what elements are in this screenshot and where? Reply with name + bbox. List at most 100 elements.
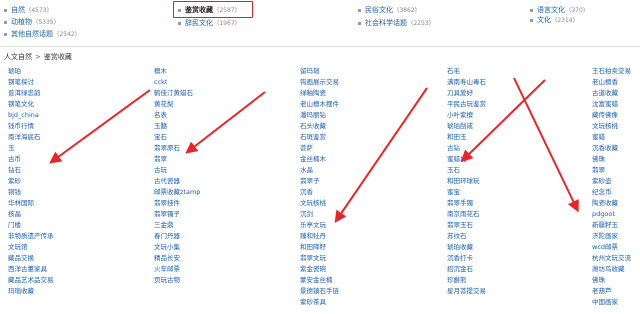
- topic-link[interactable]: 紫金瓷碗: [300, 264, 326, 274]
- topic-link[interactable]: 名表: [154, 110, 167, 120]
- category-item-plants-animals[interactable]: 动植物 (5335): [4, 16, 56, 28]
- topic-link[interactable]: 翡翠玉石: [447, 220, 473, 230]
- topic-link[interactable]: 翡翠: [154, 154, 167, 164]
- topic-link[interactable]: 琥珀收藏: [447, 242, 473, 252]
- topic-link[interactable]: 和田环球玩: [447, 176, 480, 186]
- topic-link[interactable]: 中国画家: [592, 297, 618, 307]
- topic-link[interactable]: 景德镇石手链: [300, 286, 339, 296]
- topic-link[interactable]: 门楼: [8, 220, 21, 230]
- topic-link[interactable]: 藏品交换: [8, 253, 34, 263]
- category-item-folk-culture[interactable]: 民俗文化 (3862): [358, 4, 417, 16]
- topic-link[interactable]: 翡翠: [592, 165, 605, 175]
- topic-link[interactable]: 钱币行情: [8, 121, 34, 131]
- topic-link[interactable]: 老山檀木摆件: [300, 99, 339, 109]
- topic-link[interactable]: 和田玉: [447, 132, 467, 142]
- topic-link[interactable]: 星月菩提交易: [447, 286, 486, 296]
- topic-link[interactable]: 翡翠文玩: [300, 253, 326, 263]
- topic-link[interactable]: 王石拍卖交易: [592, 66, 631, 76]
- topic-link[interactable]: 藏品艺术品交易: [8, 275, 54, 285]
- topic-link[interactable]: 紫砂壶: [592, 176, 612, 186]
- topic-link[interactable]: 沉剑: [300, 209, 313, 219]
- topic-link[interactable]: 苏纹石: [447, 231, 467, 241]
- topic-link[interactable]: 钻石: [8, 165, 21, 175]
- topic-link[interactable]: 西洋古董家具: [8, 264, 47, 274]
- topic-link[interactable]: 南洋海底石: [8, 132, 41, 142]
- topic-link[interactable]: 藏传佛像: [592, 110, 618, 120]
- topic-link[interactable]: wcd邮票: [592, 242, 618, 252]
- topic-link[interactable]: 佛珠: [592, 154, 605, 164]
- topic-link[interactable]: 潘玛丽钻: [300, 110, 326, 120]
- category-item-folk-culture-2[interactable]: 辞民文化 (1967): [178, 17, 237, 29]
- topic-link[interactable]: 蒙安金丝楠: [300, 275, 333, 285]
- topic-link[interactable]: 臻和牡丹: [300, 231, 326, 241]
- topic-link[interactable]: 檀木: [154, 66, 167, 76]
- topic-link[interactable]: bjd_china: [8, 110, 39, 120]
- topic-link[interactable]: 玉髓: [154, 121, 167, 131]
- topic-link[interactable]: 蜜蜡: [592, 132, 605, 142]
- topic-link[interactable]: 宝石: [154, 132, 167, 142]
- topic-link[interactable]: 菩萨: [300, 143, 313, 153]
- topic-link[interactable]: 水晶: [300, 165, 313, 175]
- topic-link[interactable]: 钢笔文化: [8, 99, 34, 109]
- topic-link[interactable]: 陶瓷收藏: [592, 198, 618, 208]
- topic-link[interactable]: 金丝楠木: [300, 154, 326, 164]
- topic-link[interactable]: 蜜宝: [447, 187, 460, 197]
- topic-link[interactable]: 沉香收藏: [592, 143, 618, 153]
- topic-link[interactable]: 和田降籽: [300, 242, 326, 252]
- category-item-nature[interactable]: 自然 (4573): [4, 4, 49, 16]
- topic-link[interactable]: 沉香打卡: [447, 253, 473, 263]
- topic-link[interactable]: 绿釉陶瓷: [300, 88, 326, 98]
- topic-link[interactable]: 古道收藏: [592, 88, 618, 98]
- category-item-social-science[interactable]: 社会科学话题 (2253): [358, 17, 431, 29]
- topic-link[interactable]: 小叶紫檀: [447, 110, 473, 120]
- topic-link[interactable]: 火车邮票: [154, 264, 180, 274]
- topic-link[interactable]: 春门丹器: [154, 231, 180, 241]
- topic-link[interactable]: 黄花梨: [154, 99, 174, 109]
- topic-link[interactable]: 玉: [8, 143, 15, 153]
- topic-link[interactable]: 沈富蜜蜡: [592, 99, 618, 109]
- topic-link[interactable]: 钢笔探讨: [8, 77, 34, 87]
- topic-link[interactable]: 华林国际: [8, 198, 34, 208]
- topic-link[interactable]: 玉石: [447, 165, 460, 175]
- topic-link[interactable]: 非物质遗产传承: [8, 231, 54, 241]
- topic-link[interactable]: 核晶: [8, 209, 21, 219]
- topic-link[interactable]: 杭州文玩交流: [592, 253, 631, 263]
- topic-link[interactable]: 平民古玩鉴赏: [447, 99, 486, 109]
- topic-link[interactable]: 石斑鉴赏: [300, 132, 326, 142]
- topic-link[interactable]: 留玛瑙: [300, 66, 320, 76]
- topic-link[interactable]: 琥珀刮成: [447, 121, 473, 131]
- topic-link[interactable]: 文玩馆: [8, 242, 28, 252]
- topic-link[interactable]: 邮票收藏ztamp: [154, 187, 200, 197]
- topic-link[interactable]: 潍坊鸟收藏: [592, 264, 625, 274]
- topic-link[interactable]: 新疆籽玉: [592, 220, 618, 230]
- topic-link[interactable]: 蜜蜡坊: [447, 154, 467, 164]
- category-item-other-nature[interactable]: 其他自然话题 (2542): [4, 28, 77, 40]
- topic-link[interactable]: 纪念币: [592, 187, 612, 197]
- topic-link[interactable]: 文玩小集: [154, 242, 180, 252]
- topic-link[interactable]: cckt: [154, 77, 167, 87]
- topic-link[interactable]: 沉香: [300, 187, 313, 197]
- topic-link[interactable]: 石头收藏: [300, 121, 326, 131]
- topic-link[interactable]: 济陀画家: [592, 231, 618, 241]
- topic-link[interactable]: 精品长安: [154, 253, 180, 263]
- breadcrumb-item-root[interactable]: 人文自然: [4, 52, 32, 62]
- topic-link[interactable]: 三金鼎: [154, 220, 174, 230]
- topic-link[interactable]: 翡翠挂件: [154, 198, 180, 208]
- topic-link[interactable]: 老山檀香: [592, 77, 618, 87]
- topic-link[interactable]: 刀具爱好: [447, 88, 473, 98]
- topic-link[interactable]: 琥珀: [8, 66, 21, 76]
- topic-link[interactable]: 满南寿山毒石: [447, 77, 486, 87]
- topic-link[interactable]: 老葫芦: [592, 286, 612, 296]
- topic-link[interactable]: 页玩古物: [154, 275, 180, 285]
- topic-link[interactable]: 翡翠原石: [154, 143, 180, 153]
- topic-link[interactable]: 佛珠: [592, 275, 605, 285]
- topic-link[interactable]: 石毛: [447, 66, 460, 76]
- topic-link[interactable]: 文玩核桃: [592, 121, 618, 131]
- topic-link[interactable]: 玛瑙收藏: [8, 286, 34, 296]
- topic-link[interactable]: 钩画展示交易: [300, 77, 339, 87]
- topic-link[interactable]: 南京雨花石: [447, 209, 480, 219]
- topic-link[interactable]: 古代瓷器: [154, 176, 180, 186]
- topic-link[interactable]: 紫砂茶具: [300, 297, 326, 307]
- topic-link[interactable]: 文玩核桃: [300, 198, 326, 208]
- topic-link[interactable]: 乐亭文玩: [300, 220, 326, 230]
